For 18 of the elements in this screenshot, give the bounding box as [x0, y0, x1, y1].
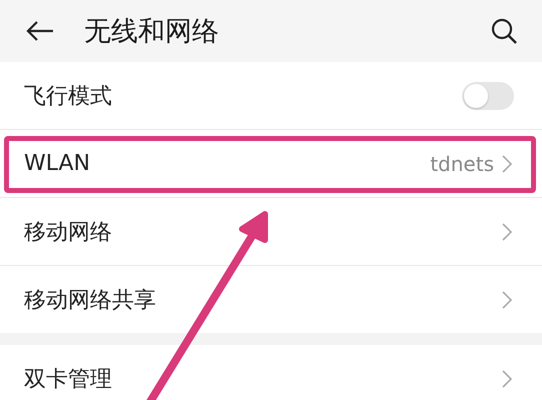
back-arrow-icon[interactable] — [26, 20, 54, 42]
row-label: 移动网络共享 — [24, 286, 157, 314]
settings-row[interactable]: 双卡管理 — [0, 345, 542, 400]
row-value: tdnets — [430, 152, 494, 176]
row-label: 双卡管理 — [24, 366, 113, 394]
search-icon[interactable] — [490, 17, 518, 45]
chevron-right-icon — [502, 370, 512, 388]
settings-row[interactable]: WLAN tdnets — [0, 130, 542, 198]
settings-row[interactable]: 飞行模式 — [0, 62, 542, 130]
row-label: 飞行模式 — [24, 82, 113, 110]
chevron-right-icon — [502, 222, 512, 240]
chevron-right-icon — [502, 290, 512, 308]
row-label: WLAN — [24, 151, 92, 176]
page-title: 无线和网络 — [84, 15, 220, 49]
settings-row[interactable]: 移动网络共享 — [0, 266, 542, 333]
toggle-switch[interactable] — [462, 82, 514, 110]
row-label: 移动网络 — [24, 218, 113, 246]
chevron-right-icon — [502, 154, 512, 172]
